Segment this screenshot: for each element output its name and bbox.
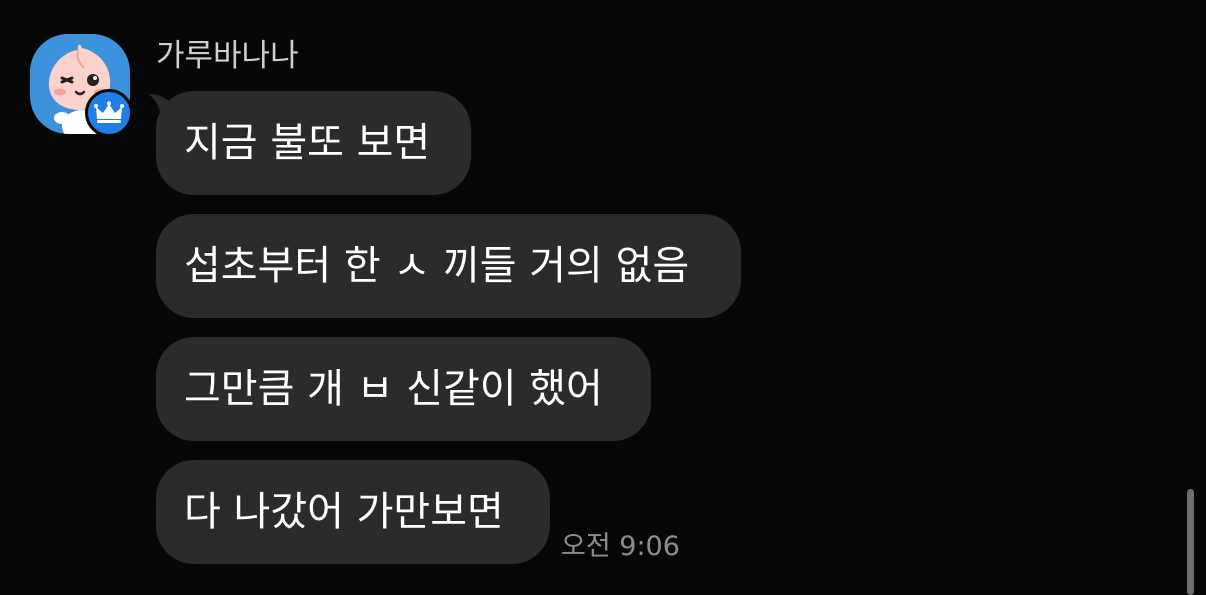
- message-text: 섭초부터 한 ㅅ 끼들 거의 없음: [184, 243, 690, 289]
- message-text: 다 나갔어 가만보면: [184, 489, 504, 535]
- message-bubble-1[interactable]: 지금 불또 보면: [156, 91, 471, 195]
- sender-avatar[interactable]: [30, 34, 133, 137]
- message-timestamp: 오전 9:06: [561, 531, 680, 562]
- scrollbar-thumb[interactable]: [1187, 489, 1194, 595]
- message-bubble-2[interactable]: 섭초부터 한 ㅅ 끼들 거의 없음: [156, 214, 741, 318]
- message-text: 지금 불또 보면: [184, 120, 431, 166]
- crown-badge-icon: [85, 89, 133, 137]
- message-text: 그만큼 개 ㅂ 신같이 했어: [184, 366, 603, 412]
- message-bubble-3[interactable]: 그만큼 개 ㅂ 신같이 했어: [156, 337, 651, 441]
- sender-name: 가루바나나: [156, 38, 299, 74]
- message-bubble-4[interactable]: 다 나갔어 가만보면: [156, 460, 550, 564]
